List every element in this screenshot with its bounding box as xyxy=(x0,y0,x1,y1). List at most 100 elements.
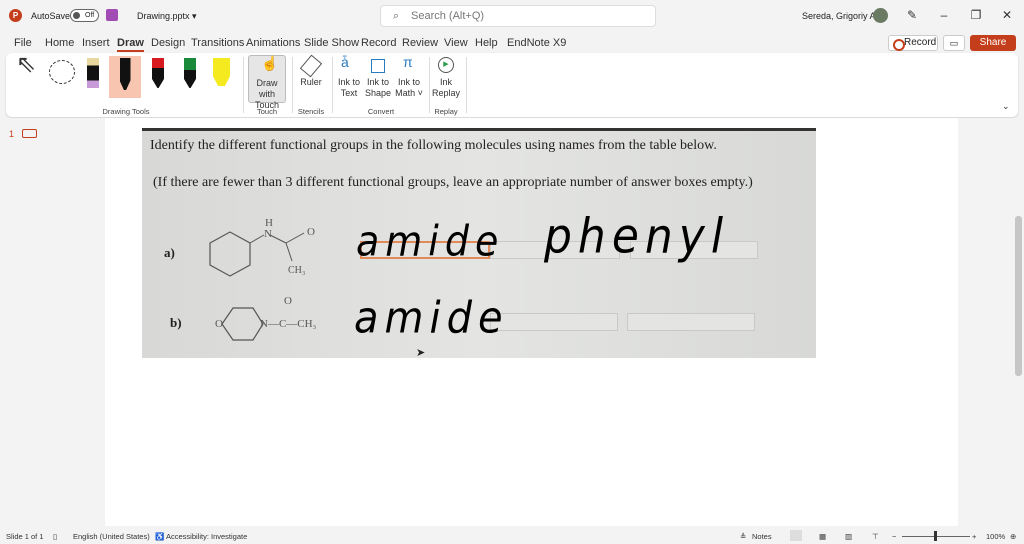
slide-thumbnail[interactable] xyxy=(22,129,37,138)
canvas-margin xyxy=(958,118,1013,526)
red-pen-icon[interactable] xyxy=(152,58,164,88)
group-label-replay: Replay xyxy=(434,107,458,116)
touch-hand-icon: ☝ xyxy=(261,55,279,71)
label-b: b) xyxy=(170,315,182,330)
record-button[interactable]: Record xyxy=(888,35,938,51)
label-a: a) xyxy=(164,245,175,260)
select-arrow-icon[interactable]: ⇖ xyxy=(16,53,36,77)
accessibility-status[interactable]: Accessibility: Investigate xyxy=(166,532,247,541)
scrollbar-thumb[interactable] xyxy=(1015,216,1022,376)
draw-with-touch-button[interactable]: ☝ Draw with Touch xyxy=(248,55,286,110)
search-placeholder: Search (Alt+Q) xyxy=(411,10,485,22)
replay-icon: ▶ xyxy=(438,57,454,73)
tab-file[interactable]: File xyxy=(14,37,32,49)
tab-record[interactable]: Record xyxy=(361,37,396,49)
ink-to-math-button[interactable]: π Ink to Math ˅ xyxy=(395,55,423,99)
answer-box-b2[interactable] xyxy=(490,313,618,331)
accessibility-icon[interactable]: ♿ xyxy=(155,532,164,541)
close-icon[interactable]: ✕ xyxy=(999,8,1015,22)
mol-a-n: N xyxy=(264,228,272,240)
ribbon-tabs: File Home Insert Draw Design Transitions… xyxy=(0,33,1024,52)
save-icon[interactable] xyxy=(106,9,118,21)
tab-review[interactable]: Review xyxy=(402,37,438,49)
zoom-in-icon[interactable]: + xyxy=(972,532,976,541)
mouse-cursor-icon: ➤ xyxy=(416,347,426,359)
tab-draw[interactable]: Draw xyxy=(117,37,144,52)
slide-counter: Slide 1 of 1 xyxy=(6,532,44,541)
zoom-level[interactable]: 100% xyxy=(986,532,1005,541)
normal-view-icon[interactable] xyxy=(790,530,802,541)
collapse-ribbon-icon[interactable]: ⌄ xyxy=(1002,101,1010,112)
ink-replay-label: Ink Replay xyxy=(432,77,461,98)
slide-number: 1 xyxy=(9,129,15,139)
ink-to-shape-icon xyxy=(371,59,385,73)
notes-icon[interactable]: ≜ xyxy=(740,532,746,541)
group-label-convert: Convert xyxy=(367,107,395,116)
spell-check-icon[interactable]: ▯ xyxy=(53,532,57,541)
tab-view[interactable]: View xyxy=(444,37,468,49)
ink-to-text-button[interactable]: ǡ Ink to Text xyxy=(337,54,361,99)
vertical-scrollbar[interactable] xyxy=(1013,118,1024,526)
eraser-icon[interactable] xyxy=(87,58,99,88)
tab-insert[interactable]: Insert xyxy=(82,37,110,49)
avatar[interactable] xyxy=(873,8,888,23)
language[interactable]: English (United States) xyxy=(73,532,150,541)
answer-box-b3[interactable] xyxy=(627,313,755,331)
title-bar: P AutoSave Off Drawing.pptx ▾ ⌕ Search (A… xyxy=(0,0,1024,32)
tab-endnote[interactable]: EndNote X9 xyxy=(507,37,566,49)
ink-to-math-label: Ink to Math ˅ xyxy=(395,77,423,98)
molecule-a-structure xyxy=(209,231,305,277)
instruction-line-2: (If there are fewer than 3 different fun… xyxy=(153,175,753,190)
tab-help[interactable]: Help xyxy=(475,37,498,49)
slideshow-icon[interactable]: ⊤ xyxy=(872,532,879,541)
ruler-icon xyxy=(299,54,323,78)
pen-icon[interactable]: ✎ xyxy=(904,8,920,22)
ink-amide-a[interactable]: amide xyxy=(356,217,504,265)
green-pen-icon[interactable] xyxy=(184,58,196,88)
user-name[interactable]: Sereda, Grigoriy A xyxy=(802,11,876,21)
search-icon: ⌕ xyxy=(393,10,400,22)
tab-slide-show[interactable]: Slide Show xyxy=(304,37,359,49)
ribbon: ⇖ Drawing Tools ☝ Draw with Touch Touch R… xyxy=(6,53,1018,117)
mol-b-carbonyl-o: O xyxy=(284,295,292,307)
tab-animations[interactable]: Animations xyxy=(246,37,300,49)
thumbnail-pane: 1 xyxy=(0,118,105,526)
comments-button[interactable]: ▭ xyxy=(943,35,965,51)
zoom-out-icon[interactable]: − xyxy=(892,532,896,541)
ink-phenyl-a[interactable]: phenyl xyxy=(544,208,729,264)
slide-sorter-icon[interactable]: ▦ xyxy=(819,532,826,541)
highlighter-icon[interactable] xyxy=(213,58,230,86)
lasso-select-icon[interactable] xyxy=(49,60,75,84)
ruler-button[interactable]: Ruler xyxy=(296,54,326,88)
zoom-slider-thumb[interactable] xyxy=(934,531,937,541)
reading-view-icon[interactable]: ▥ xyxy=(845,532,852,541)
fit-to-window-icon[interactable]: ⊕ xyxy=(1010,532,1016,541)
minimize-icon[interactable]: – xyxy=(936,8,952,22)
ink-to-text-label: Ink to Text xyxy=(337,77,360,98)
share-button[interactable]: Share xyxy=(970,35,1016,51)
ink-amide-b[interactable]: amide xyxy=(354,293,509,344)
group-label-stencils: Stencils xyxy=(297,107,325,116)
pen-black-button[interactable] xyxy=(109,56,141,98)
tab-home[interactable]: Home xyxy=(45,37,74,49)
slide-image[interactable]: Identify the different functional groups… xyxy=(142,128,816,358)
notes-button[interactable]: Notes xyxy=(752,532,772,541)
group-label-touch: Touch xyxy=(256,107,277,116)
ruler-label: Ruler xyxy=(300,77,322,87)
ink-replay-button[interactable]: ▶ Ink Replay xyxy=(432,57,460,99)
search-input[interactable]: ⌕ Search (Alt+Q) xyxy=(380,5,656,27)
black-pen-icon xyxy=(119,58,131,90)
restore-icon[interactable]: ❐ xyxy=(968,8,984,22)
filename-dropdown[interactable]: Drawing.pptx ▾ xyxy=(137,11,197,22)
ink-to-shape-label: Ink to Shape xyxy=(365,77,392,98)
autosave-toggle[interactable]: Off xyxy=(70,9,99,22)
tab-transitions[interactable]: Transitions xyxy=(191,37,244,49)
ink-to-shape-button[interactable]: Ink to Shape xyxy=(365,57,391,99)
draw-with-touch-label: Draw with Touch xyxy=(254,78,280,110)
powerpoint-logo-icon: P xyxy=(9,9,22,22)
ink-to-text-icon: ǡ xyxy=(341,54,349,70)
mol-a-o: O xyxy=(307,226,315,238)
mol-b-o: O xyxy=(215,318,223,330)
tab-design[interactable]: Design xyxy=(151,37,185,49)
status-bar: Slide 1 of 1 ▯ English (United States) ♿… xyxy=(0,528,1024,544)
